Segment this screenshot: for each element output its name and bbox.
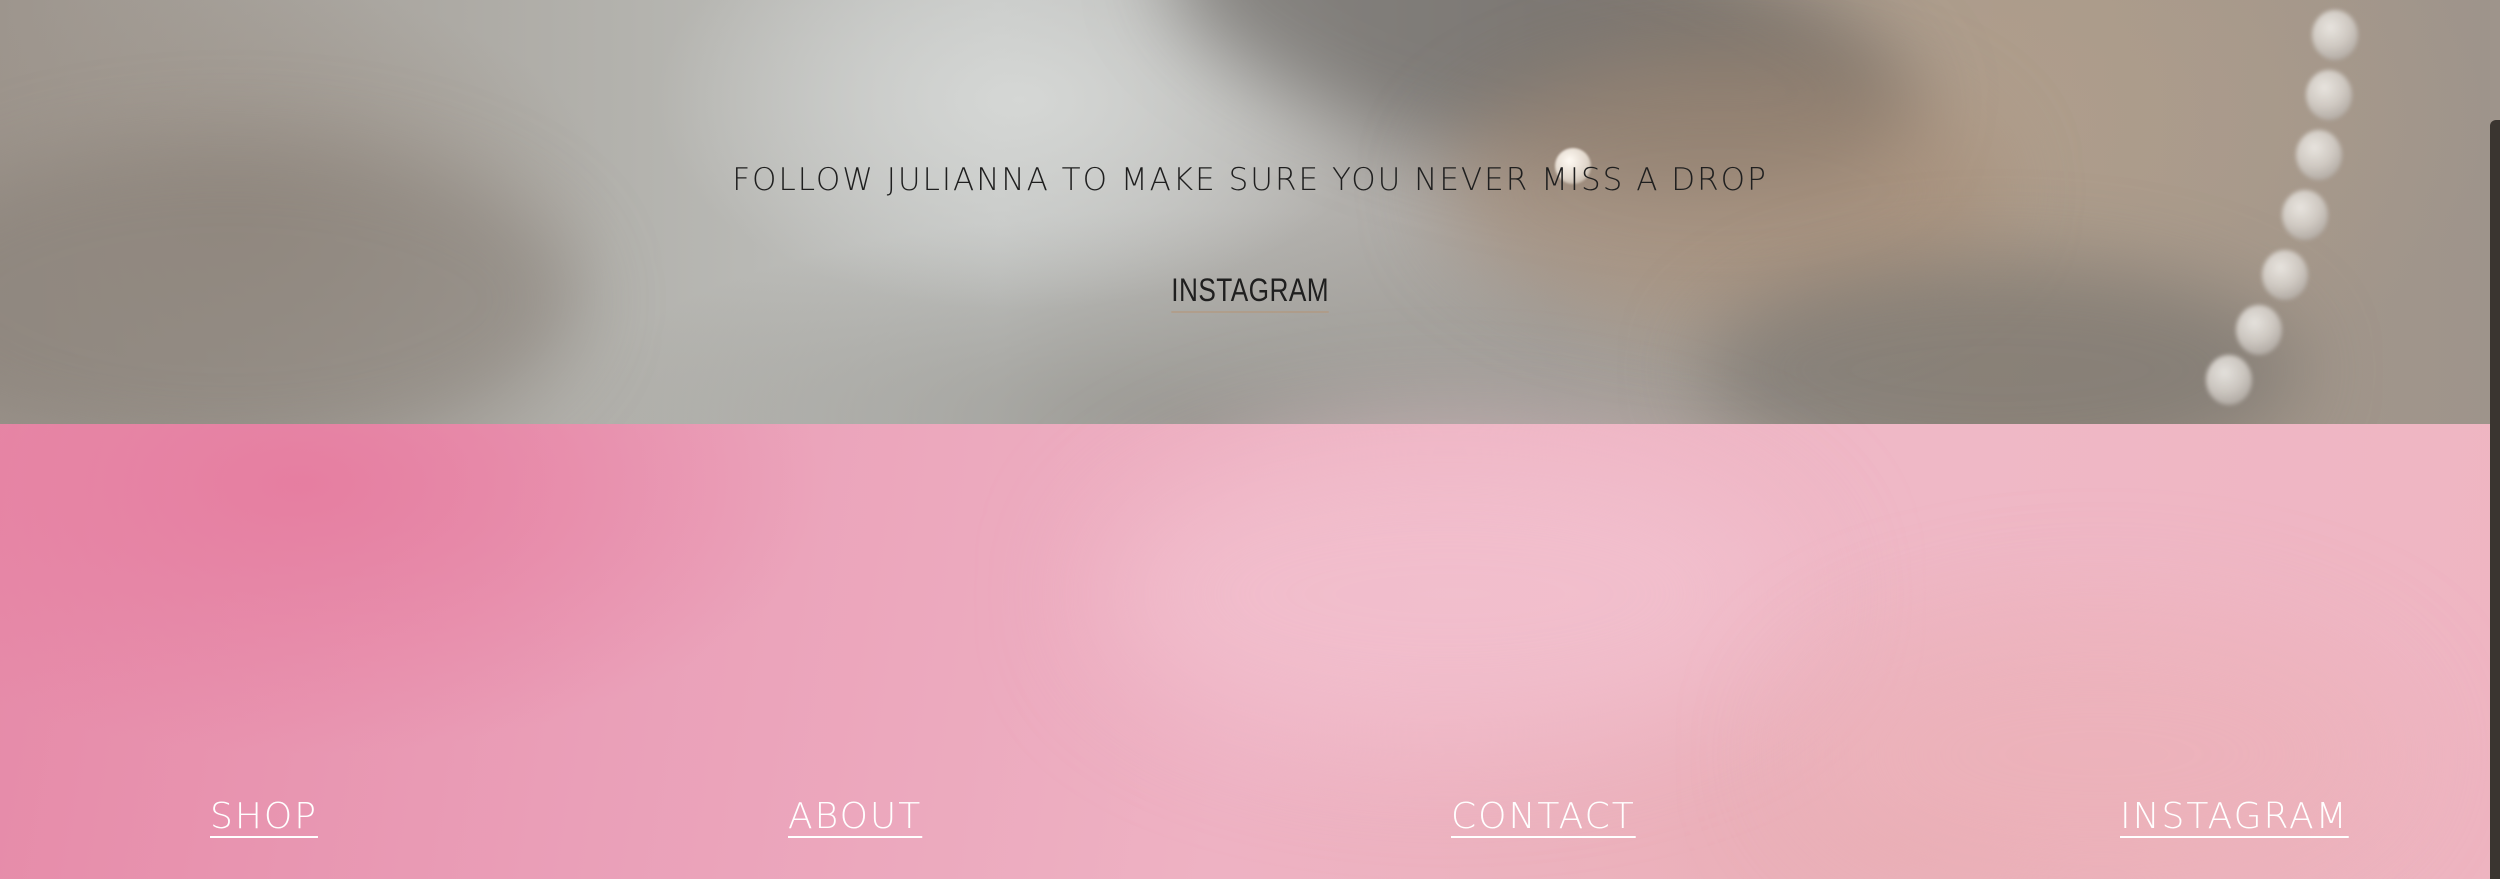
page: FOLLOW JULIANNA TO MAKE SURE YOU NEVER M… — [0, 0, 2500, 879]
follow-heading: FOLLOW JULIANNA TO MAKE SURE YOU NEVER M… — [732, 162, 1768, 198]
footer-link-shop[interactable]: SHOP — [210, 796, 318, 837]
hero-link-wrapper: INSTAGRAM — [0, 272, 2500, 313]
instagram-link[interactable]: INSTAGRAM — [1171, 272, 1329, 313]
footer-link-instagram[interactable]: INSTAGRAM — [2120, 796, 2349, 837]
scrollbar-thumb[interactable] — [2490, 120, 2500, 879]
pearl-image-detail — [2312, 10, 2358, 60]
scrollbar-track[interactable] — [2488, 0, 2500, 879]
footer-background-glow — [1100, 444, 1800, 744]
footer: SHOP ABOUT CONTACT INSTAGRAM — [0, 424, 2500, 879]
footer-link-about[interactable]: ABOUT — [788, 796, 922, 837]
pearl-image-detail — [2206, 355, 2252, 405]
instagram-follow-section: FOLLOW JULIANNA TO MAKE SURE YOU NEVER M… — [0, 0, 2500, 424]
pearl-image-detail — [2306, 70, 2352, 120]
footer-link-contact[interactable]: CONTACT — [1451, 796, 1636, 837]
footer-nav: SHOP ABOUT CONTACT INSTAGRAM — [0, 796, 2500, 856]
